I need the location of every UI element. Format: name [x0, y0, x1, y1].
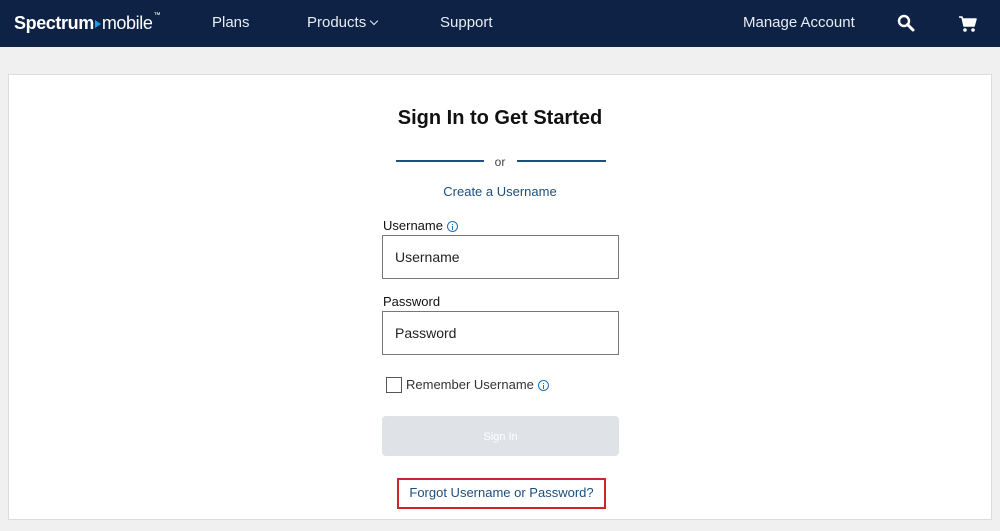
nav-manage-account[interactable]: Manage Account	[743, 14, 855, 32]
logo-arrow-icon	[94, 20, 101, 28]
or-separator: or	[494, 155, 506, 169]
username-label: Username	[383, 218, 458, 234]
sign-in-button[interactable]: Sign In	[382, 416, 619, 456]
top-nav: Spectrum mobile ™ Plans Products Support M…	[0, 0, 1000, 47]
forgot-username-password-link[interactable]: Forgot Username or Password?	[397, 485, 606, 501]
password-input[interactable]	[382, 311, 619, 355]
info-icon[interactable]	[446, 220, 458, 232]
remember-username-row: Remember Username	[386, 377, 549, 393]
cart-icon[interactable]	[956, 12, 980, 36]
remember-username-checkbox[interactable]	[386, 377, 402, 393]
divider-right	[517, 160, 606, 162]
nav-products-label: Products	[307, 14, 367, 31]
chevron-down-icon	[369, 16, 379, 26]
nav-plans[interactable]: Plans	[212, 14, 250, 32]
page-title: Sign In to Get Started	[397, 107, 603, 129]
search-icon[interactable]	[895, 12, 919, 36]
create-username-link: Create a Username	[0, 184, 1000, 200]
remember-username-label[interactable]: Remember Username	[406, 377, 534, 393]
divider-left	[396, 160, 484, 162]
password-label: Password	[383, 294, 440, 310]
username-input[interactable]	[382, 235, 619, 279]
nav-products[interactable]: Products	[307, 14, 379, 32]
username-label-text: Username	[383, 218, 443, 233]
spectrum-mobile-logo[interactable]: Spectrum mobile ™	[14, 12, 160, 34]
password-label-text: Password	[383, 294, 441, 309]
info-icon[interactable]	[537, 379, 549, 391]
create-username-link-text[interactable]: Create a Username	[443, 184, 556, 199]
nav-support[interactable]: Support	[440, 14, 493, 32]
